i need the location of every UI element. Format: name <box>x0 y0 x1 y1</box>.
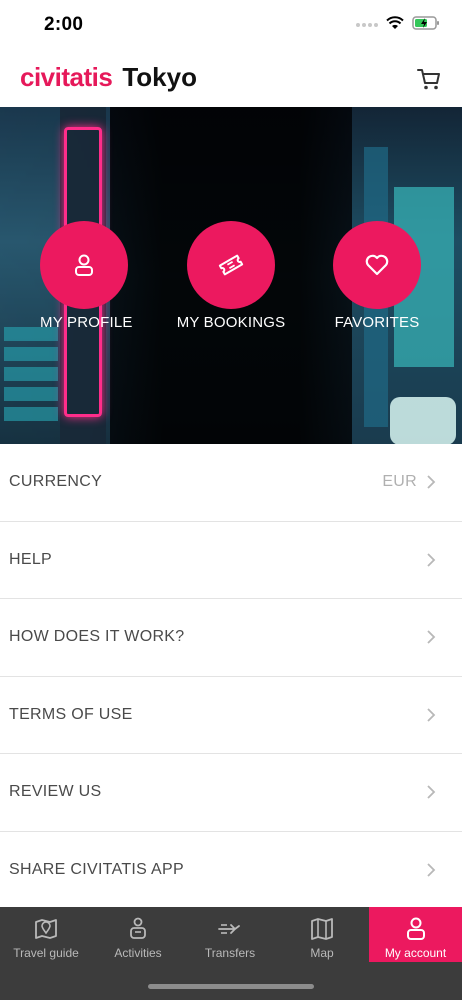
menu-item-label: REVIEW US <box>9 783 102 801</box>
tab-label: My account <box>384 946 447 960</box>
status-icons <box>356 16 440 30</box>
transfers-icon <box>218 924 240 934</box>
menu-item-label: HOW DOES IT WORK? <box>9 628 185 646</box>
brand: civitatis Tokyo <box>20 62 197 93</box>
account-icon <box>406 917 425 940</box>
tab-label: Travel guide <box>13 946 79 960</box>
my-profile-label[interactable]: MY PROFILE <box>40 314 132 331</box>
menu-item-label: TERMS OF USE <box>9 705 133 723</box>
menu-item-label: HELP <box>9 550 52 568</box>
heart-icon <box>365 254 389 276</box>
tab-map[interactable]: Map <box>276 907 368 962</box>
wifi-icon <box>386 16 404 29</box>
cart-icon[interactable] <box>416 66 442 92</box>
map-icon <box>311 918 333 940</box>
menu-item-how-does-it-work[interactable]: HOW DOES IT WORK? <box>0 599 462 677</box>
brand-logo[interactable]: civitatis <box>20 62 113 93</box>
menu-item-review-us[interactable]: REVIEW US <box>0 754 462 832</box>
signal-icon <box>356 23 378 27</box>
app-header: civitatis Tokyo <box>0 50 462 107</box>
chevron-right-icon <box>427 630 436 644</box>
account-menu: CURRENCY EUR HELP HOW DOES IT WORK? TERM… <box>0 444 462 909</box>
currency-value: EUR <box>382 473 417 491</box>
my-profile-button[interactable] <box>40 221 128 309</box>
favorites-button[interactable] <box>333 221 421 309</box>
tab-activities[interactable]: Activities <box>92 907 184 962</box>
menu-item-help[interactable]: HELP <box>0 522 462 599</box>
chevron-right-icon <box>427 475 436 489</box>
chevron-right-icon <box>427 553 436 567</box>
menu-item-label: SHARE CIVITATIS APP <box>9 861 184 879</box>
favorites-label[interactable]: FAVORITES <box>322 314 432 331</box>
tab-my-account[interactable]: My account <box>369 907 462 962</box>
activities-icon <box>130 917 146 939</box>
city-title: Tokyo <box>122 62 197 92</box>
chevron-right-icon <box>427 785 436 799</box>
menu-item-label: CURRENCY <box>9 473 103 491</box>
status-time: 2:00 <box>44 14 84 35</box>
battery-icon <box>412 16 439 30</box>
tab-label: Transfers <box>204 946 256 960</box>
ticket-icon <box>218 254 244 276</box>
bottom-tab-bar: Travel guide Activities Transfers Map My… <box>0 907 462 1000</box>
tab-label: Map <box>310 946 334 960</box>
status-bar: 2:00 <box>0 0 462 50</box>
tab-label: Activities <box>114 946 162 960</box>
menu-item-currency[interactable]: CURRENCY EUR <box>0 444 462 522</box>
tab-travel-guide[interactable]: Travel guide <box>0 907 92 962</box>
my-bookings-button[interactable] <box>187 221 275 309</box>
hero-banner: MY PROFILE MY BOOKINGS FAVORITES <box>0 107 462 444</box>
menu-item-terms-of-use[interactable]: TERMS OF USE <box>0 677 462 754</box>
person-icon <box>75 254 93 276</box>
chevron-right-icon <box>427 708 436 722</box>
my-bookings-label[interactable]: MY BOOKINGS <box>161 314 301 331</box>
menu-item-share-app[interactable]: SHARE CIVITATIS APP <box>0 832 462 910</box>
map-pin-icon <box>35 919 57 939</box>
tab-transfers[interactable]: Transfers <box>184 907 276 962</box>
home-indicator <box>148 984 314 989</box>
chevron-right-icon <box>427 863 436 877</box>
